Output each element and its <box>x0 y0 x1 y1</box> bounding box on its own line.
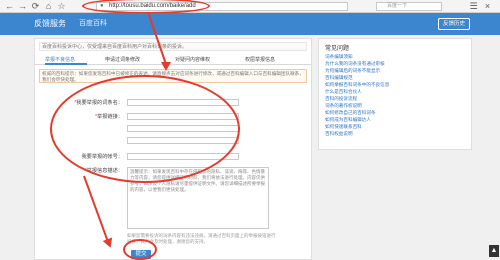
home-icon[interactable]: ⌂ <box>43 1 54 12</box>
tab-entry-edit[interactable]: 申请过词条修改 <box>105 55 155 65</box>
tab-report-info[interactable]: 权屈举报信息 <box>245 55 289 65</box>
tab-report-bad-info[interactable]: 举报不良信息 <box>45 55 87 65</box>
favorites-icon[interactable]: ☆ <box>56 1 67 12</box>
faq-link[interactable]: 百科的投诉流程 <box>325 96 357 102</box>
search-input[interactable]: 百度一下 <box>376 2 442 11</box>
faq-link[interactable]: 词条编辑须知 <box>325 54 353 60</box>
brand-title: 反馈服务 <box>34 19 66 28</box>
scroll-to-top-icon[interactable]: ▲ <box>489 245 499 257</box>
back-icon[interactable]: ← <box>4 1 15 12</box>
submit-highlight-oval <box>123 239 157 260</box>
faq-link[interactable]: 百科编辑规范 <box>325 75 353 81</box>
section-title: 百度百科 <box>79 20 107 27</box>
arrow-head <box>161 62 171 71</box>
faq-title: 常见问题 <box>325 46 350 52</box>
faq-link[interactable]: 如何快速联系百科 <box>325 124 362 130</box>
faq-link[interactable]: 什么是百科合伙人 <box>325 89 362 95</box>
tab-rights-protection[interactable]: 对疑问内容维权 <box>175 55 223 65</box>
close-icon[interactable]: × <box>482 1 493 12</box>
faq-link[interactable]: 如何成为百科编辑达人 <box>325 117 371 123</box>
faq-sidebar: 常见问题 词条编辑须知 为什么我的词条没有通过审核 为何编辑后的词条不能显示 百… <box>318 38 472 150</box>
refresh-icon[interactable]: ⟳ <box>30 1 41 12</box>
browser-toolbar: ← → ⟳ ⌂ ☆ ● http://tousu.baidu.com/baike… <box>0 0 500 14</box>
site-header: 反馈服务 百度百科 反馈历史 <box>0 13 500 35</box>
tab-bar: 举报不良信息 申请过词条修改 对疑问内容维权 权屈举报信息 <box>35 55 311 65</box>
faq-link[interactable]: 百科权益说明 <box>325 131 353 137</box>
faq-link[interactable]: 为何编辑后的词条不能显示 <box>325 68 380 74</box>
faq-link[interactable]: 词条的著作权说明 <box>325 103 362 109</box>
form-highlight-oval <box>50 75 240 183</box>
faq-link[interactable]: 如何举报百科词条中的不良信息 <box>325 82 389 88</box>
notice-text: 百度百科投诉中心，仅受理来自百度百科用户对百科词条的投诉。 <box>39 42 307 51</box>
feedback-history-button[interactable]: 反馈历史 <box>437 18 470 30</box>
forward-icon[interactable]: → <box>17 1 28 12</box>
menu-icon[interactable]: ☰ <box>468 1 479 12</box>
faq-link[interactable]: 如何修改自己的百科词条 <box>325 110 376 116</box>
faq-link[interactable]: 为什么我的词条没有通过审核 <box>325 61 385 67</box>
